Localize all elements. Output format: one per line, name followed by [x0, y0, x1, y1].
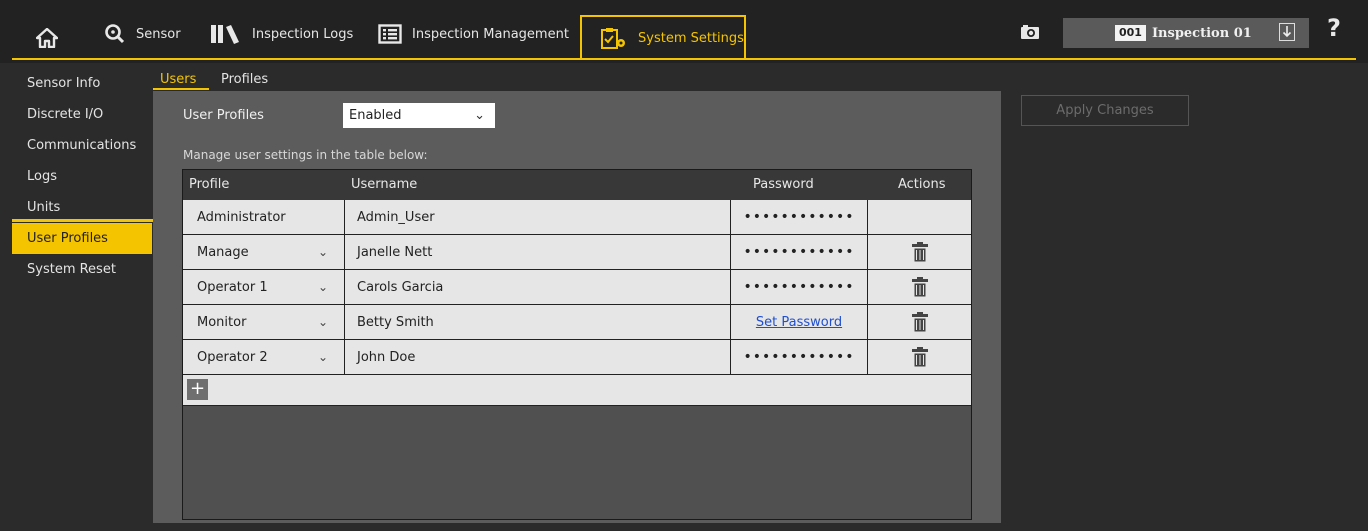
nav-accent-line	[12, 58, 1356, 60]
clipboard-settings-icon	[601, 28, 625, 49]
user-profiles-value: Enabled	[349, 108, 402, 123]
chevron-down-icon: ⌄	[317, 280, 328, 294]
actions-cell	[868, 270, 971, 304]
chevron-down-icon: ⌄	[474, 108, 485, 123]
camera-icon	[1021, 25, 1039, 39]
profile-select[interactable]: Manage ⌄	[183, 235, 345, 269]
apply-changes-button[interactable]: Apply Changes	[1021, 95, 1189, 126]
active-tab-indicator	[153, 88, 209, 90]
username-value: Betty Smith	[357, 314, 434, 330]
profile-select[interactable]: Monitor ⌄	[183, 305, 345, 339]
nav-inspection-logs[interactable]: Inspection Logs	[210, 16, 353, 52]
username-value: Janelle Nett	[357, 244, 433, 260]
top-navigation-bar: Sensor Inspection Logs Inspection Manage…	[0, 0, 1368, 63]
password-cell: Set Password	[731, 305, 868, 339]
download-arrow-icon	[1282, 26, 1292, 38]
add-user-button[interactable]: +	[187, 379, 208, 400]
actions-cell	[868, 200, 971, 234]
home-button[interactable]	[36, 20, 58, 56]
chevron-down-icon: ⌄	[317, 350, 328, 364]
chevron-down-icon: ⌄	[317, 315, 328, 329]
tab-users[interactable]: Users	[160, 70, 196, 90]
username-value: John Doe	[357, 349, 416, 365]
nav-inspection-management-label: Inspection Management	[412, 26, 569, 42]
password-cell[interactable]: ••••••••••••	[731, 235, 868, 269]
users-panel: User Profiles Enabled ⌄ Manage user sett…	[153, 91, 1001, 523]
profile-value: Manage	[197, 244, 249, 260]
trash-icon[interactable]	[911, 242, 928, 262]
col-header-profile: Profile	[189, 177, 230, 192]
nav-sensor-label: Sensor	[136, 26, 181, 42]
profile-value: Operator 2	[197, 349, 268, 365]
actions-cell	[868, 305, 971, 339]
actions-cell	[868, 340, 971, 374]
nav-inspection-management[interactable]: Inspection Management	[378, 16, 569, 52]
inspection-name: Inspection 01	[1151, 25, 1252, 41]
inspection-number: 001	[1115, 25, 1146, 41]
trash-icon[interactable]	[911, 347, 928, 367]
profile-value: Operator 1	[197, 279, 268, 295]
username-cell[interactable]: John Doe	[345, 340, 731, 374]
trash-icon[interactable]	[911, 277, 928, 297]
home-icon	[36, 28, 58, 48]
user-profiles-select[interactable]: Enabled ⌄	[343, 103, 495, 128]
download-button[interactable]	[1279, 23, 1295, 41]
users-table: Profile Username Password Actions Admini…	[182, 169, 972, 520]
sidebar-item-user-profiles[interactable]: User Profiles	[12, 219, 153, 254]
col-header-password: Password	[753, 177, 814, 192]
nav-system-settings-label: System Settings	[638, 30, 744, 46]
nav-sensor[interactable]: Sensor	[104, 16, 181, 52]
list-box-icon	[378, 24, 402, 44]
username-cell[interactable]: Admin_User	[345, 200, 731, 234]
inspection-selector[interactable]: 001 Inspection 01	[1063, 18, 1309, 48]
actions-cell	[868, 235, 971, 269]
sidebar-item-logs[interactable]: Logs	[0, 161, 153, 192]
col-header-username: Username	[351, 177, 418, 192]
nav-system-settings[interactable]: System Settings	[580, 15, 746, 59]
table-header: Profile Username Password Actions	[183, 170, 971, 200]
sidebar-item-system-reset[interactable]: System Reset	[0, 254, 153, 285]
tab-profiles[interactable]: Profiles	[221, 70, 268, 90]
password-cell[interactable]: ••••••••••••	[731, 270, 868, 304]
add-row: +	[183, 375, 971, 406]
manage-users-instruction: Manage user settings in the table below:	[183, 148, 428, 162]
settings-sidebar: Sensor Info Discrete I/O Communications …	[0, 64, 153, 285]
username-value: Carols Garcia	[357, 279, 444, 295]
username-value: Admin_User	[357, 209, 435, 225]
profile-select[interactable]: Operator 1 ⌄	[183, 270, 345, 304]
username-cell[interactable]: Janelle Nett	[345, 235, 731, 269]
table-row: Operator 1 ⌄ Carols Garcia ••••••••••••	[183, 270, 971, 305]
chevron-down-icon: ⌄	[317, 245, 328, 259]
username-cell[interactable]: Carols Garcia	[345, 270, 731, 304]
password-cell[interactable]: ••••••••••••	[731, 340, 868, 374]
sensor-icon	[105, 24, 125, 44]
profile-value: Administrator	[197, 209, 286, 225]
table-row: Operator 2 ⌄ John Doe ••••••••••••	[183, 340, 971, 375]
table-row: Monitor ⌄ Betty Smith Set Password	[183, 305, 971, 340]
user-profiles-label: User Profiles	[183, 108, 264, 123]
password-value: ••••••••••••	[743, 349, 855, 365]
table-row: Administrator Admin_User ••••••••••••	[183, 200, 971, 235]
profile-select[interactable]: Operator 2 ⌄	[183, 340, 345, 374]
password-cell[interactable]: ••••••••••••	[731, 200, 868, 234]
help-button[interactable]: ?	[1327, 14, 1341, 42]
sidebar-item-sensor-info[interactable]: Sensor Info	[0, 68, 153, 99]
password-value: ••••••••••••	[743, 279, 855, 295]
trash-icon[interactable]	[911, 312, 928, 332]
profile-value: Monitor	[197, 314, 247, 330]
password-value: ••••••••••••	[743, 209, 855, 225]
password-value: ••••••••••••	[743, 244, 855, 260]
col-header-actions: Actions	[898, 177, 946, 192]
username-cell[interactable]: Betty Smith	[345, 305, 731, 339]
camera-button[interactable]	[1020, 24, 1040, 44]
sidebar-item-communications[interactable]: Communications	[0, 130, 153, 161]
nav-inspection-logs-label: Inspection Logs	[252, 26, 354, 42]
table-row: Manage ⌄ Janelle Nett ••••••••••••	[183, 235, 971, 270]
sidebar-item-discrete-io[interactable]: Discrete I/O	[0, 99, 153, 130]
set-password-link[interactable]: Set Password	[756, 315, 842, 330]
library-books-icon	[211, 25, 239, 44]
profile-cell: Administrator	[183, 200, 345, 234]
